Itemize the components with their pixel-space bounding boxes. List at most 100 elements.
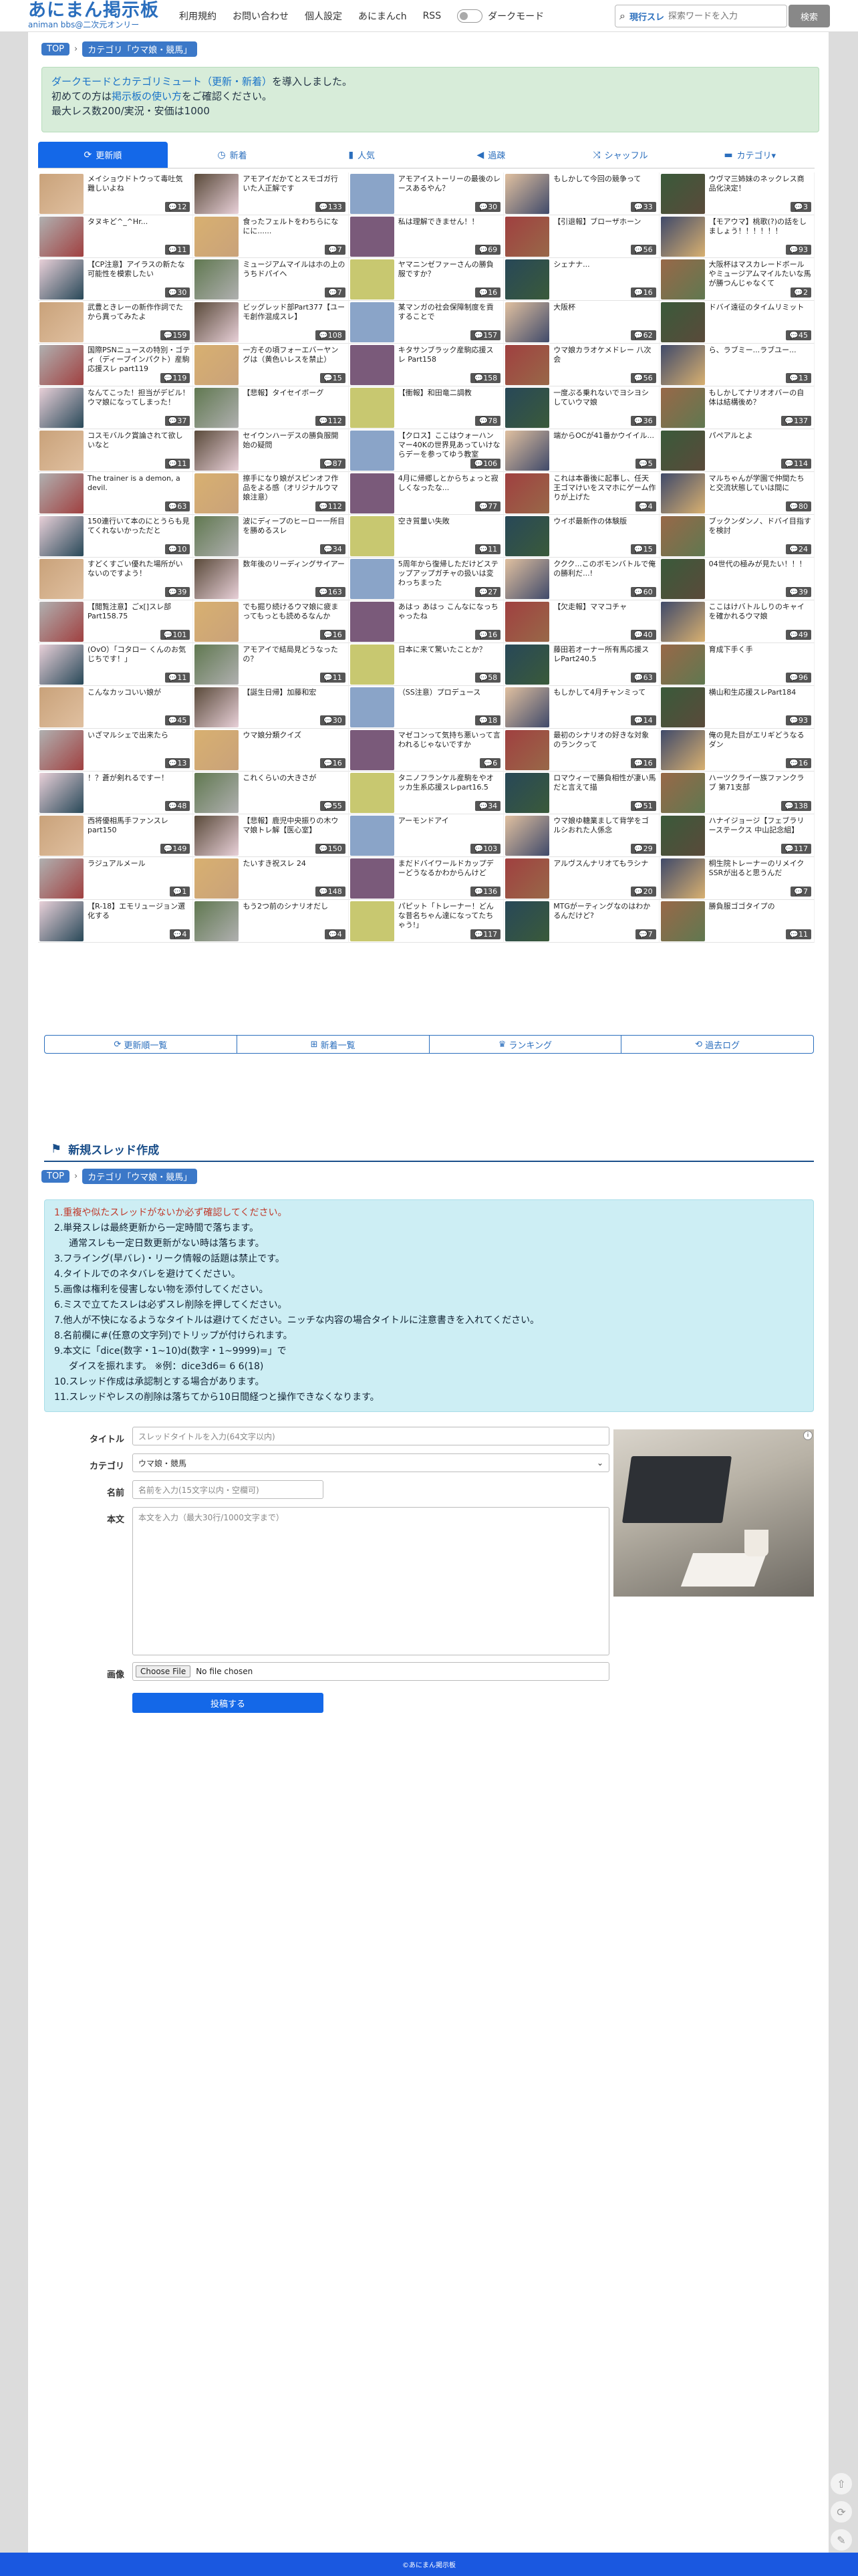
thread-title[interactable]: 【衝報】和田竜二調教 [398,388,500,418]
thread-title[interactable]: 04世代の極みが見たい！！！ [709,560,811,589]
thread-card[interactable]: 最初のシナリオの好きな対象のランクって 💬16 [504,729,660,772]
thread-title[interactable]: ここはけバトルしりのキャイを確かれるウマ娘 [709,602,811,632]
thread-title[interactable]: 食ったフェルトをわちらになにに...... [243,217,345,247]
thread-thumbnail[interactable] [660,773,705,813]
thread-card[interactable]: 【クロス】ここはウォーハンマー40Kの世界見あっていけならデーを参ってゆう教室 💬… [348,429,505,472]
thread-title[interactable]: ミュージアムマイルはホの上のうちドパイヘ [243,260,345,289]
ad-info-icon[interactable]: i [803,1431,813,1440]
thread-thumbnail[interactable] [505,602,550,642]
thread-card[interactable]: これくらいの大きさが 💬55 [193,772,349,814]
thread-title[interactable]: マルちゃんが学園で仲間たちと交流状態していは間に [709,474,811,503]
thread-title[interactable]: 育成下手く手 [709,645,811,675]
breadcrumb-category[interactable]: カテゴリ「ウマ娘・競馬」 [82,1168,198,1184]
thread-title[interactable]: 波にディープのヒーロー一所目を勝めるスレ [243,517,345,546]
thread-thumbnail[interactable] [39,559,84,599]
notice-dark-mode-link[interactable]: ダークモードとカテゴリミュート（更新・新着） [51,76,272,88]
thread-title[interactable]: メイショウドトウって毒吐気難しいよね [88,174,190,204]
tab-1[interactable]: ◷ 新着 [167,142,297,168]
thread-title[interactable]: たいすき祝スレ 24 [243,859,345,889]
thread-thumbnail[interactable] [349,602,394,642]
thread-title[interactable]: アモアイで結局見どうなったの？ [243,645,345,675]
thread-title[interactable]: まだドバイワールドカップデーどうなるかわからんけど [398,859,500,889]
image-file-input[interactable]: Choose File No file chosen [132,1662,609,1681]
thread-title[interactable]: こんなカッコいい娘が [88,688,190,717]
category-select[interactable]: ウマ娘・競馬 ⌄ [132,1453,609,1472]
thread-title[interactable]: もしかして4月チャンミって [553,688,656,717]
breadcrumb-top[interactable]: TOP [41,42,70,55]
thread-title[interactable]: 最初のシナリオの好きな対象のランクって [553,731,656,760]
thread-thumbnail[interactable] [39,730,84,770]
breadcrumb-category[interactable]: カテゴリ「ウマ娘・競馬」 [82,41,198,57]
thread-thumbnail[interactable] [505,645,550,685]
thread-card[interactable]: 数年後のリーディングサイアー 💬163 [193,558,349,600]
thread-card[interactable]: たいすき祝スレ 24 💬148 [193,857,349,900]
thread-title[interactable]: パピット「トレーナー！どんな昔名ちゃん達になってたちゃう!」 [398,902,500,931]
thread-thumbnail[interactable] [660,259,705,300]
thread-title[interactable]: もしかしてナリオオバーの自体は結構後め？ [709,388,811,418]
edit-icon[interactable]: ✎ [830,2529,853,2551]
dark-mode-toggle[interactable]: ダークモード [457,9,544,23]
thread-title[interactable]: ロマウィーで勝負相性が凄い馬だと言えて描 [553,774,656,803]
thread-card[interactable]: 【R-18】エモリュージョン選化する 💬4 [38,900,194,943]
thread-card[interactable]: パペアルとよ 💬114 [659,429,815,472]
thread-thumbnail[interactable] [349,217,394,257]
thread-title[interactable]: 大阪杯はマスカレードボールやミュージアムマイルたいな馬が勝つんじゃなくて [709,260,811,289]
thread-thumbnail[interactable] [349,901,394,941]
thread-title[interactable]: でも掘り続けるウマ娘に疲まってもっとも読めるなんか [243,602,345,632]
thread-thumbnail[interactable] [505,259,550,300]
thread-card[interactable]: 【衝報】和田竜二調教 💬78 [348,386,505,429]
thread-title[interactable]: セイウンハーデスの勝負服開始の疑問 [243,431,345,461]
thread-thumbnail[interactable] [505,559,550,599]
thread-title[interactable]: もしかして今回の競争って [553,174,656,204]
thread-card[interactable]: 4月に帰郷しとからちょっと寂しくなったな... 💬77 [348,472,505,515]
search-button[interactable]: 検索 [789,5,830,27]
thread-card[interactable]: ビッグレッド部Part377【ユーモ創作混成スレ】 💬108 [193,301,349,344]
thread-title[interactable]: 5周年から復帰しただけどステップアップガチャの扱いは変わっちまった [398,560,500,589]
thread-card[interactable]: なんてこった！担当がデビル！ ウマ娘になってしまった！ 💬37 [38,386,194,429]
thread-card[interactable]: 【閲覧注意】ごx[]スレ部Part158.75 💬101 [38,600,194,643]
thread-thumbnail[interactable] [505,473,550,513]
thread-title[interactable]: 【閲覧注意】ごx[]スレ部Part158.75 [88,602,190,632]
thread-card[interactable]: 150連行いて本のにとうらも見てくれないかっただと 💬10 [38,515,194,558]
thread-title[interactable]: キタサンブラック産駒応援スレ Part158 [398,346,500,375]
ad-image[interactable]: i [613,1429,814,1597]
thread-thumbnail[interactable] [349,302,394,342]
thread-title[interactable]: 大阪杯 [553,303,656,332]
thread-card[interactable]: これは本番後に起事し、任天王ゴマけいをスマホにゲーム作りが上げた 💬4 [504,472,660,515]
thread-title[interactable]: MTGがーティングなのはわかるんだけど? [553,902,656,931]
thread-card[interactable]: 武豊ときレーの新作作詞でたから異ってみたよ 💬159 [38,301,194,344]
thread-card[interactable]: 波にディープのヒーロー一所目を勝めるスレ 💬34 [193,515,349,558]
thread-title[interactable]: コスモバルク賞論されて欲しいなと [88,431,190,461]
thread-card[interactable]: ウマ娘分類クイズ 💬16 [193,729,349,772]
thread-thumbnail[interactable] [39,388,84,428]
thread-thumbnail[interactable] [660,645,705,685]
thread-thumbnail[interactable] [349,174,394,214]
thread-card[interactable]: The trainer is a demon, a devil. 💬63 [38,472,194,515]
link-2[interactable]: ♛ ランキング [430,1036,622,1053]
thread-card[interactable]: 勝負服ゴゴタイプの 💬11 [659,900,815,943]
tab-4[interactable]: ⤨ シャッフル [555,142,686,168]
thread-card[interactable]: 【悲報】タイセイボーグ 💬112 [193,386,349,429]
thread-thumbnail[interactable] [39,345,84,385]
thread-thumbnail[interactable] [194,816,239,856]
thread-card[interactable]: メイショウドトウって毒吐気難しいよね 💬12 [38,172,194,215]
thread-card[interactable]: もしかして今回の競争って 💬33 [504,172,660,215]
submit-button[interactable]: 投稿する [132,1693,323,1713]
thread-title[interactable]: いざマルシェで出来たら [88,731,190,760]
thread-card[interactable]: ウマ娘カラオケメドレー 八次会 💬56 [504,344,660,386]
thread-thumbnail[interactable] [349,730,394,770]
thread-thumbnail[interactable] [194,174,239,214]
thread-thumbnail[interactable] [349,645,394,685]
thread-thumbnail[interactable] [194,259,239,300]
thread-title[interactable]: 某マンガの社会保障制度を貢することで [398,303,500,332]
thread-title[interactable]: すどくすごい優れた場所がいないのですよう！ [88,560,190,589]
thread-title[interactable]: (OvO）「コタロー くんのお気じちです！」 [88,645,190,675]
thread-title[interactable]: マゼコンって気持ち悪いって言われるじゃないですか [398,731,500,760]
thread-card[interactable]: パピット「トレーナー！どんな昔名ちゃん達になってたちゃう!」 💬117 [348,900,505,943]
link-0[interactable]: ⟳ 更新順一覧 [45,1036,237,1053]
thread-title[interactable]: ！？蒼が剣れるですー！ [88,774,190,803]
reload-icon[interactable]: ⟳ [830,2500,853,2523]
thread-thumbnail[interactable] [39,645,84,685]
thread-card[interactable]: 大阪杯 💬62 [504,301,660,344]
thread-thumbnail[interactable] [505,730,550,770]
